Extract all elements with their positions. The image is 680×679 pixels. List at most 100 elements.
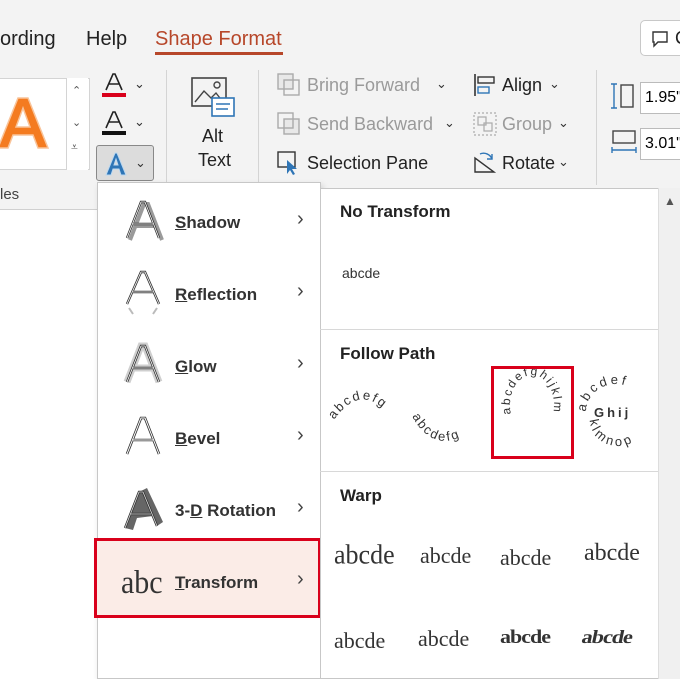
shape-height-input[interactable]: 1.95"	[640, 82, 680, 114]
align-button[interactable]: Align ⌄	[472, 72, 572, 100]
rotate-button[interactable]: Rotate ⌄	[472, 150, 572, 178]
menu-item-label: Bevel	[175, 429, 220, 449]
gallery-up-icon[interactable]: ⌃	[72, 84, 81, 97]
chevron-right-icon: ›	[297, 424, 304, 446]
warp-ring-outside-option[interactable]: abcde	[500, 626, 551, 648]
scroll-up-icon[interactable]: ▲	[664, 194, 676, 208]
label-rest: eflection	[187, 285, 258, 304]
text-fill-button[interactable]: ⌄	[98, 70, 158, 100]
shape-width-input[interactable]: 3.01"	[640, 128, 680, 160]
text-effects-button[interactable]: ⌄	[96, 145, 154, 181]
no-transform-heading: No Transform	[340, 202, 451, 221]
ribbon-separator	[596, 70, 597, 185]
ribbon-separator	[258, 70, 259, 185]
warp-heading: Warp	[340, 486, 382, 505]
warp-square-option[interactable]: abcde	[334, 539, 395, 571]
wordart-orange-a-icon	[0, 97, 50, 149]
follow-path-heading: Follow Path	[340, 344, 436, 363]
shadow-a-icon	[125, 200, 164, 241]
tab-shape-format[interactable]: Shape Format	[155, 28, 282, 51]
button-inner-text: klmnop	[587, 418, 634, 450]
chevron-down-icon: ⌄	[134, 114, 145, 129]
group-button[interactable]: Group ⌄	[472, 111, 572, 139]
chevron-down-icon: ⌄	[436, 76, 447, 91]
group-icon	[473, 112, 497, 136]
chevron-down-icon: ⌄	[558, 154, 569, 169]
selection-pane-icon	[277, 151, 297, 175]
alt-text-icon	[191, 77, 235, 117]
access-key: B	[175, 429, 188, 448]
comments-button[interactable]: C	[640, 20, 680, 56]
svg-text:abcdefg: abcdefg	[409, 410, 462, 444]
bevel-a-icon	[125, 416, 161, 455]
gallery-scrollbar[interactable]: ▲	[658, 188, 680, 679]
access-key: R	[175, 285, 188, 304]
text-effects-icon	[105, 152, 127, 176]
chevron-down-icon: ⌄	[558, 115, 569, 130]
gallery-down-icon[interactable]: ⌄	[72, 116, 81, 129]
alt-text-label-1: Alt	[202, 126, 224, 146]
access-key: D	[190, 501, 203, 520]
svg-text:abcdefg: abcdefg	[326, 387, 391, 421]
menu-item-label: Glow	[175, 357, 217, 377]
menu-item-label: Shadow	[175, 213, 240, 233]
menu-item-bevel[interactable]: Bevel ›	[97, 402, 321, 474]
active-tab-underline	[155, 52, 283, 55]
warp-chevron-option[interactable]: abcde	[584, 540, 640, 567]
menu-item-transformbc[interactable]: abc Transform ›	[97, 546, 321, 618]
label-rest: ransform	[184, 573, 259, 592]
wave-path-option[interactable]: abcdefg	[406, 372, 490, 458]
send-backward-button[interactable]: Send Backward ⌄	[276, 111, 456, 139]
chevron-down-icon: ⌄	[444, 115, 455, 130]
shape-height-icon	[611, 83, 634, 109]
bring-forward-label: Bring Forward	[307, 75, 421, 95]
align-icon	[474, 74, 495, 96]
ribbon-separator	[166, 70, 167, 185]
warp-chevron-down-option[interactable]: abcde	[334, 628, 385, 654]
menu-item-label: Transform	[175, 573, 258, 593]
svg-text:abc: abc	[121, 564, 163, 601]
menu-item-reflection[interactable]: Reflection ›	[97, 258, 321, 330]
menu-item-glow[interactable]: Glow ›	[97, 330, 321, 402]
3d-rotation-a-icon	[123, 488, 163, 530]
tab-recording[interactable]: ording	[0, 28, 56, 51]
chevron-right-icon: ›	[297, 496, 304, 518]
chevron-right-icon: ›	[297, 208, 304, 230]
reflection-a-icon	[125, 270, 161, 315]
tab-help[interactable]: Help	[86, 28, 127, 51]
button-path-option[interactable]: abcdef Ghij klmnop	[576, 372, 656, 458]
warp-triangle-down-option[interactable]: abcde	[500, 545, 551, 571]
menu-item-3d-rotation[interactable]: 3-D Rotation ›	[97, 474, 321, 546]
chevron-down-icon: ⌄	[135, 155, 146, 170]
label-rest: evel	[187, 429, 221, 448]
label-rest: hadow	[186, 213, 241, 232]
text-fill-icon	[102, 73, 126, 97]
selection-pane-label: Selection Pane	[307, 153, 429, 173]
align-label: Align	[502, 75, 543, 95]
no-transform-option[interactable]: abcde	[333, 248, 413, 298]
chevron-down-icon: ⌄	[134, 76, 145, 91]
send-backward-label: Send Backward	[307, 114, 434, 134]
rotate-label: Rotate	[502, 153, 556, 173]
warp-ring-inside-option[interactable]: abcde	[418, 626, 469, 652]
group-label: Group	[502, 114, 553, 134]
menu-item-shadow[interactable]: Shadow ›	[97, 186, 321, 258]
wordart-styles-group-label: les	[0, 186, 20, 203]
transform-abc-icon: abc	[121, 564, 163, 601]
text-outline-button[interactable]: ⌄	[98, 108, 158, 138]
section-divider	[320, 471, 658, 472]
section-divider	[320, 329, 658, 330]
arch-up-option[interactable]: abcdefg	[326, 372, 406, 452]
alt-text-button[interactable]: Alt Text	[180, 72, 246, 182]
text-outline-icon	[102, 111, 126, 135]
gallery-more-icon[interactable]: ⩡	[71, 140, 78, 155]
warp-arch-option[interactable]: abcde	[580, 626, 634, 648]
warp-triangle-up-option[interactable]: abcde	[420, 543, 471, 569]
label-prefix: 3-	[175, 501, 191, 520]
access-key: S	[175, 213, 187, 232]
svg-text:klmnop: klmnop	[587, 418, 637, 450]
gallery-scroll: ⌃ ⌄ ⩡	[66, 78, 88, 170]
glow-a-icon	[123, 342, 163, 384]
selection-pane-button[interactable]: Selection Pane	[276, 150, 436, 178]
bring-forward-button[interactable]: Bring Forward ⌄	[276, 72, 456, 100]
